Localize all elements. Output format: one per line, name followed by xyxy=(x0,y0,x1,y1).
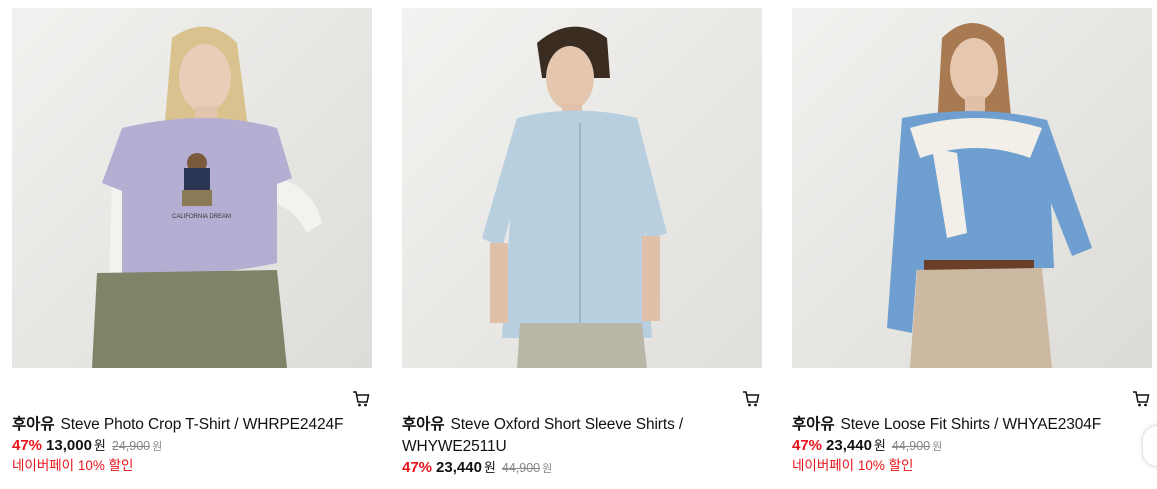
original-currency: 원 xyxy=(152,441,163,453)
product-card[interactable]: CALIFORNIA DREAM 후아유 Steve Photo Crop T-S… xyxy=(12,8,372,475)
discount-rate: 47% xyxy=(402,459,433,476)
discount-rate: 47% xyxy=(12,437,43,454)
svg-text:CALIFORNIA DREAM: CALIFORNIA DREAM xyxy=(172,214,231,220)
price-row: 47% 13,000 원 24,900 원 xyxy=(12,436,372,457)
currency-unit: 원 xyxy=(93,438,106,453)
cart-icon[interactable] xyxy=(352,390,370,408)
price-row: 47% 23,440 원 44,900 원 xyxy=(402,458,762,479)
product-image[interactable] xyxy=(402,8,762,368)
original-currency: 원 xyxy=(542,463,553,475)
discount-rate: 47% xyxy=(792,437,823,454)
currency-unit: 원 xyxy=(483,460,496,475)
product-title[interactable]: 후아유 Steve Loose Fit Shirts / WHYAE2304F xyxy=(792,414,1152,436)
product-image[interactable] xyxy=(792,8,1152,368)
brand-name: 후아유 xyxy=(402,416,445,433)
product-name: Steve Loose Fit Shirts / WHYAE2304F xyxy=(840,416,1102,433)
currency-unit: 원 xyxy=(873,438,886,453)
sale-price: 13,000 xyxy=(46,437,92,454)
original-currency: 원 xyxy=(932,441,943,453)
original-price: 44,900 xyxy=(891,439,931,453)
naverpay-promo: 네이버페이 10% 할인 xyxy=(792,458,914,473)
scroll-next-handle[interactable] xyxy=(1143,426,1157,466)
sale-price: 23,440 xyxy=(436,459,482,476)
product-card[interactable]: 후아유 Steve Oxford Short Sleeve Shirts / WH… xyxy=(402,8,762,479)
brand-name: 후아유 xyxy=(12,416,55,433)
cart-icon[interactable] xyxy=(1132,390,1150,408)
product-card[interactable]: 후아유 Steve Loose Fit Shirts / WHYAE2304F 4… xyxy=(792,8,1152,475)
product-image[interactable]: CALIFORNIA DREAM xyxy=(12,8,372,368)
sale-price: 23,440 xyxy=(826,437,872,454)
product-title[interactable]: 후아유 Steve Photo Crop T-Shirt / WHRPE2424F xyxy=(12,414,372,436)
product-name: Steve Photo Crop T-Shirt / WHRPE2424F xyxy=(60,416,344,433)
cart-icon[interactable] xyxy=(742,390,760,408)
naverpay-promo: 네이버페이 10% 할인 xyxy=(12,458,134,473)
original-price: 44,900 xyxy=(501,461,541,475)
price-row: 47% 23,440 원 44,900 원 xyxy=(792,436,1152,457)
original-price: 24,900 xyxy=(111,439,151,453)
product-title[interactable]: 후아유 Steve Oxford Short Sleeve Shirts / WH… xyxy=(402,414,762,458)
product-name: Steve Oxford Short Sleeve Shirts / WHYWE… xyxy=(402,416,684,455)
brand-name: 후아유 xyxy=(792,416,835,433)
product-grid: CALIFORNIA DREAM 후아유 Steve Photo Crop T-S… xyxy=(0,0,1157,489)
